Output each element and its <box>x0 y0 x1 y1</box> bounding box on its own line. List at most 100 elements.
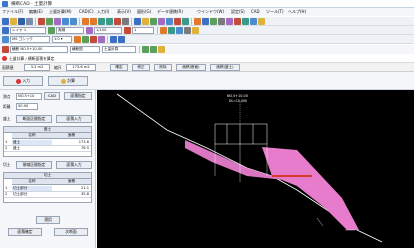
color-select[interactable]: 1 <box>132 27 154 34</box>
hatch-icon[interactable] <box>202 18 209 25</box>
open-folder-icon[interactable] <box>10 18 17 25</box>
text-color-icon[interactable] <box>74 36 81 43</box>
layer-down-icon[interactable] <box>118 36 125 43</box>
cut-row-area[interactable]: 76.5 <box>52 146 91 152</box>
new-file-icon[interactable] <box>2 18 9 25</box>
refresh-icon[interactable] <box>158 46 165 53</box>
menu-earthwork[interactable]: 土量計算(M) <box>49 9 72 15</box>
menu-help[interactable]: ヘルプ(H) <box>288 9 306 15</box>
redo-icon[interactable] <box>70 18 77 25</box>
cut-area-input-button[interactable]: 面積入力 <box>56 115 92 123</box>
rotate-icon[interactable] <box>226 18 233 25</box>
distance-label: 距離 <box>3 104 11 109</box>
fill-range-button[interactable]: 領域区間指定 <box>16 161 52 169</box>
delete-button[interactable]: 削除 <box>154 64 172 71</box>
menu-shape[interactable]: 図形(G) <box>137 9 151 15</box>
move-icon[interactable] <box>218 18 225 25</box>
item-select[interactable]: 土量計算 <box>102 46 136 53</box>
bold-icon[interactable] <box>160 27 167 34</box>
tab-calc[interactable]: 計算 <box>48 76 88 86</box>
menu-window[interactable]: ウインドウ(W) <box>197 9 224 15</box>
properties-icon[interactable] <box>242 18 249 25</box>
scale-icon[interactable] <box>86 27 93 34</box>
fill-row-name[interactable]: 切土部分 <box>12 192 52 198</box>
text-icon[interactable] <box>158 18 165 25</box>
layer-up-icon[interactable] <box>110 36 117 43</box>
measure-icon[interactable] <box>142 18 149 25</box>
cad-button[interactable]: CAD <box>44 92 60 100</box>
apply-button[interactable]: 適用 <box>36 216 60 224</box>
help-icon[interactable] <box>258 18 265 25</box>
station-select[interactable]: 横断 NO.5+10.00 <box>10 46 68 53</box>
font-size-select[interactable]: 1.0 ▾ <box>52 36 72 43</box>
menu-data-link[interactable]: データ連携(R) <box>157 9 183 15</box>
menu-settings[interactable]: 設定(S) <box>231 9 245 15</box>
layer-select[interactable]: レイヤ 1 <box>10 27 46 34</box>
fill-area-input-button[interactable]: 面積入力 <box>56 161 92 169</box>
select-icon[interactable] <box>210 18 217 25</box>
zoom-in-icon[interactable] <box>82 18 89 25</box>
print-icon[interactable] <box>26 18 33 25</box>
menu-file[interactable]: ファイル(F) <box>2 9 23 15</box>
menu-view[interactable]: 表示(V) <box>117 9 131 15</box>
area-status-bar: 面積値 3.2 m2 縮尺 173.6 m2 確定 修正 削除 面積(断面) 面… <box>0 63 414 72</box>
menu-edit[interactable]: 編集(E) <box>29 9 43 15</box>
copy-icon[interactable] <box>46 18 53 25</box>
font-select[interactable]: MS ゴシック <box>10 36 50 43</box>
tab-input[interactable]: 入力 <box>3 76 43 86</box>
undo-icon[interactable] <box>62 18 69 25</box>
next-icon[interactable] <box>150 46 157 53</box>
area-fill-button[interactable]: 面積(盛土) <box>210 64 240 71</box>
next-section-button[interactable]: 次断面 <box>54 228 88 236</box>
layers-panel-icon[interactable] <box>250 18 257 25</box>
drawing-canvas[interactable]: NO.5+10.00 DL=10.000 <box>97 90 414 248</box>
italic-icon[interactable] <box>168 27 175 34</box>
cut-icon[interactable] <box>38 18 45 25</box>
arrow-icon[interactable] <box>98 36 105 43</box>
distance-field[interactable]: 50.00 <box>16 103 38 110</box>
grid-icon[interactable] <box>114 18 121 25</box>
modify-button[interactable]: 修正 <box>132 64 150 71</box>
dimension-icon[interactable] <box>194 18 201 25</box>
prev-icon[interactable] <box>142 46 149 53</box>
align-icon[interactable] <box>176 27 183 34</box>
grid-toggle-icon[interactable] <box>184 27 191 34</box>
toolbar-station: 横断 NO.5+10.00 横断図 土量計算 <box>0 45 414 54</box>
menu-cad2[interactable]: CAD <box>251 9 260 14</box>
fit-icon[interactable] <box>98 18 105 25</box>
circle-icon[interactable] <box>174 18 181 25</box>
polyline-icon[interactable] <box>182 18 189 25</box>
snap-icon[interactable] <box>122 18 129 25</box>
datum-caption: DL=10.000 <box>229 99 248 103</box>
area-value: 3.2 m2 <box>24 64 50 71</box>
color-icon[interactable] <box>124 27 131 34</box>
cut-range-button[interactable]: 断面区間指定 <box>16 115 52 123</box>
area-assign-button[interactable]: 面積指定 <box>64 92 92 100</box>
mode-select[interactable]: 横断図 <box>70 46 100 53</box>
font-icon[interactable] <box>2 36 9 43</box>
area-confirm-button[interactable]: 面積確定 <box>8 228 42 236</box>
linetype-select[interactable]: 実線 <box>56 27 84 34</box>
scale-select[interactable]: 1/100 <box>94 27 122 34</box>
fill-row-area[interactable]: 35.8 <box>52 192 91 198</box>
zoom-out-icon[interactable] <box>90 18 97 25</box>
linetype-icon[interactable] <box>48 27 55 34</box>
layer-select-icon[interactable] <box>2 27 9 34</box>
paste-icon[interactable] <box>54 18 61 25</box>
pen-icon[interactable] <box>90 36 97 43</box>
line-icon[interactable] <box>166 18 173 25</box>
fill-color-icon[interactable] <box>82 36 89 43</box>
area-icon[interactable] <box>150 18 157 25</box>
delete-icon[interactable] <box>234 18 241 25</box>
ortho-icon[interactable] <box>192 27 199 34</box>
confirm-button[interactable]: 確定 <box>110 64 128 71</box>
menu-input[interactable]: 入力(I) <box>97 9 109 15</box>
save-icon[interactable] <box>18 18 25 25</box>
pan-icon[interactable] <box>106 18 113 25</box>
area-section-button[interactable]: 面積(断面) <box>176 64 206 71</box>
menu-cad[interactable]: CAD(C) <box>79 9 94 14</box>
cut-row-name[interactable]: 盛土 <box>12 146 52 152</box>
menu-tools[interactable]: ツール(T) <box>266 9 284 15</box>
layer-icon[interactable] <box>134 18 141 25</box>
station-field[interactable]: NO.5+10 <box>16 93 42 100</box>
